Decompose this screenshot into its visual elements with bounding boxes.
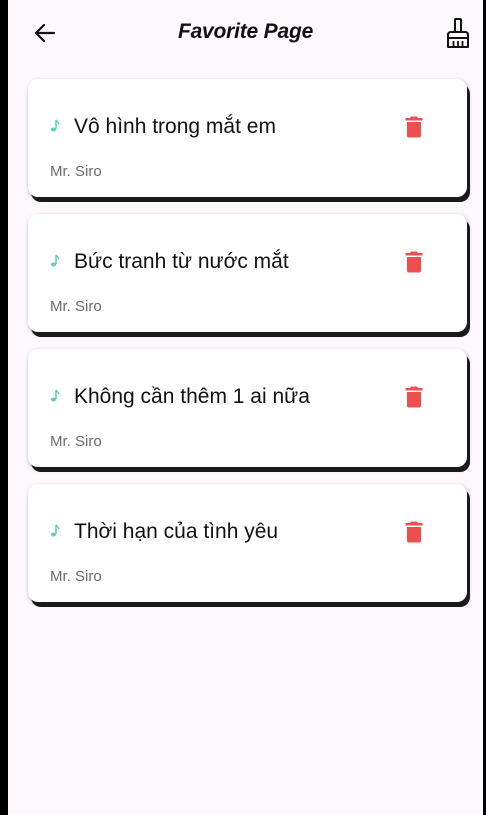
song-title: Không cần thêm 1 ai nữa bbox=[74, 385, 310, 408]
artist-name: Mr. Siro bbox=[50, 298, 102, 315]
song-title: Thời hạn của tình yêu bbox=[74, 520, 279, 543]
delete-button[interactable] bbox=[400, 383, 428, 411]
music-note-icon bbox=[50, 524, 60, 537]
delete-button[interactable] bbox=[400, 248, 428, 276]
favorite-list: Vô hình trong mắt em Mr. Siro Bức tranh … bbox=[28, 79, 467, 619]
song-title: Bức tranh từ nước mắt bbox=[74, 250, 289, 273]
favorite-card[interactable]: Vô hình trong mắt em Mr. Siro bbox=[28, 79, 467, 197]
page-title: Favorite Page bbox=[177, 20, 314, 43]
cleaning-brush-icon bbox=[447, 18, 469, 48]
artist-name: Mr. Siro bbox=[50, 163, 102, 180]
clear-all-button[interactable] bbox=[441, 14, 475, 52]
delete-button[interactable] bbox=[400, 113, 428, 141]
trash-icon bbox=[405, 386, 423, 408]
delete-button[interactable] bbox=[400, 518, 428, 546]
favorite-card[interactable]: Bức tranh từ nước mắt Mr. Siro bbox=[28, 214, 467, 332]
app-bar: Favorite Page bbox=[8, 0, 483, 68]
trash-icon bbox=[405, 521, 423, 543]
trash-icon bbox=[405, 116, 423, 138]
trash-icon bbox=[405, 251, 423, 273]
song-title: Vô hình trong mắt em bbox=[74, 115, 276, 138]
artist-name: Mr. Siro bbox=[50, 433, 102, 450]
music-note-icon bbox=[50, 119, 60, 132]
artist-name: Mr. Siro bbox=[50, 568, 102, 585]
music-note-icon bbox=[50, 389, 60, 402]
favorite-card[interactable]: Thời hạn của tình yêu Mr. Siro bbox=[28, 484, 467, 602]
favorite-card[interactable]: Không cần thêm 1 ai nữa Mr. Siro bbox=[28, 349, 467, 467]
music-note-icon bbox=[50, 254, 60, 267]
left-screen-edge bbox=[0, 0, 8, 815]
